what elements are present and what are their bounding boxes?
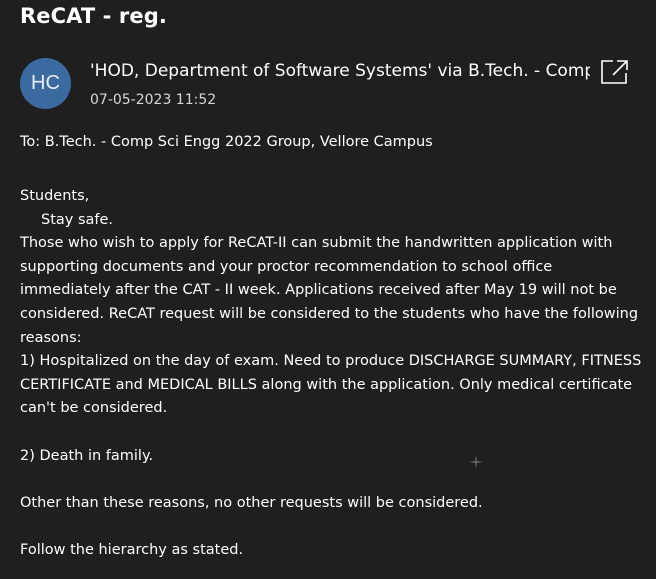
recipients-line: To: B.Tech. - Comp Sci Engg 2022 Group, … <box>20 134 433 150</box>
avatar-initials: HC <box>31 72 60 94</box>
sender-avatar[interactable]: HC <box>20 58 71 109</box>
body-line: supporting documents and your proctor re… <box>20 258 553 275</box>
body-line <box>20 515 656 539</box>
body-line: can't be considered. <box>20 400 168 417</box>
body-line: CERTIFICATE and MEDICAL BILLS along with… <box>20 376 633 393</box>
body-line: reasons: <box>20 329 82 346</box>
body-line: Other than these reasons, no other reque… <box>20 494 483 511</box>
body-line: considered. ReCAT request will be consid… <box>20 305 639 322</box>
body-line: Stay safe. <box>41 211 114 228</box>
body-line: Follow the hierarchy as stated. <box>20 541 244 558</box>
body-line: immediately after the CAT - II week. App… <box>20 282 617 299</box>
body-line: Students, <box>20 188 90 204</box>
body-line: 2) Death in family. <box>20 447 154 464</box>
message-body: Students, Stay safe. Those who wish to a… <box>20 185 656 563</box>
message-date: 07-05-2023 11:52 <box>90 92 217 108</box>
body-line <box>20 421 656 445</box>
open-in-new-window-icon <box>601 60 628 84</box>
body-line: Those who wish to apply for ReCAT-II can… <box>20 235 613 252</box>
popout-button[interactable] <box>599 58 631 86</box>
sender-name[interactable]: 'HOD, Department of Software Systems' vi… <box>90 61 590 81</box>
sparkle-icon <box>469 455 483 469</box>
body-line <box>20 468 656 492</box>
subject-title: ReCAT - reg. <box>20 4 167 28</box>
body-line: 1) Hospitalized on the day of exam. Need… <box>20 353 642 370</box>
